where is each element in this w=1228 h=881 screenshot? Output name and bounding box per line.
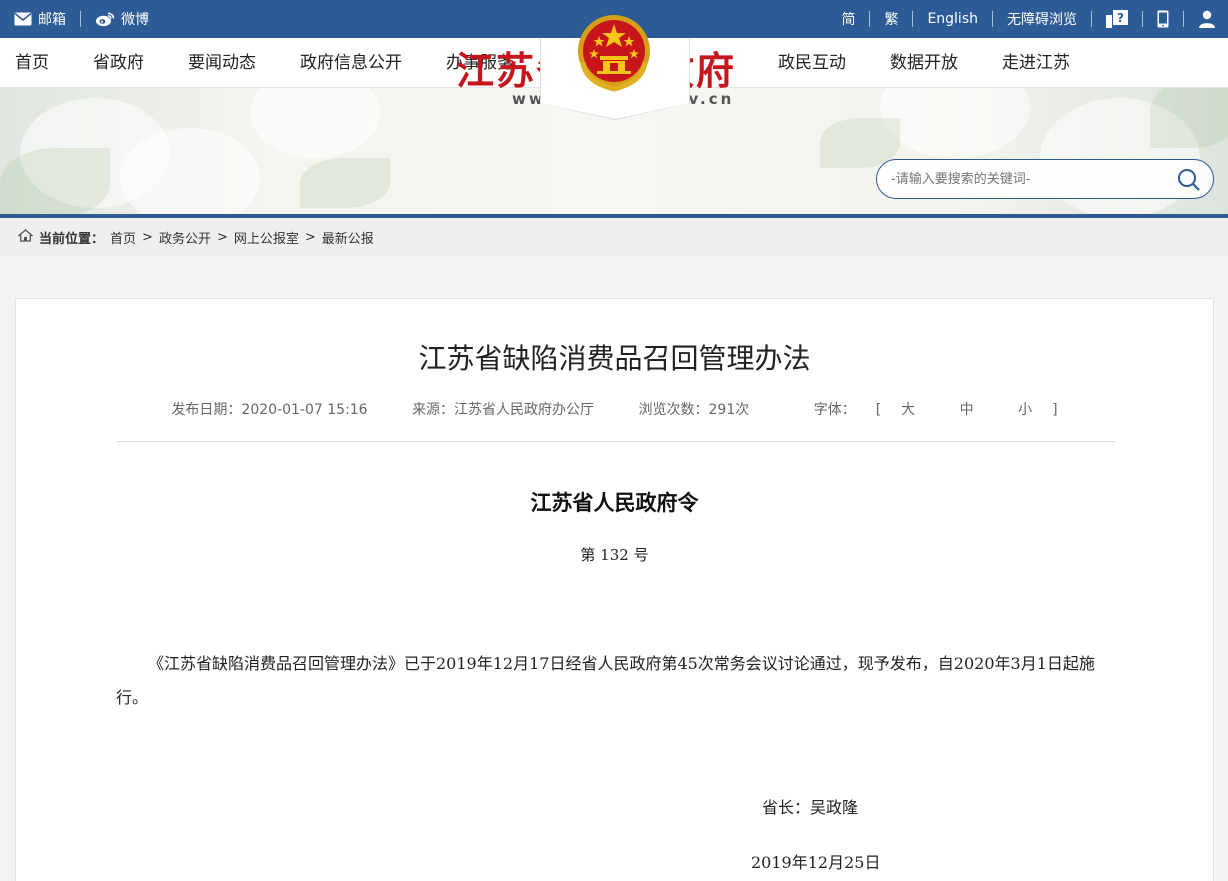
article-title: 江苏省缺陷消费品召回管理办法 [418,342,811,375]
mobile-icon[interactable] [1157,10,1169,28]
help-icon[interactable]: ? [1106,10,1128,28]
order-title: 江苏省人民政府令 [530,490,699,515]
font-size-large[interactable]: 大 [901,402,915,418]
svg-text:?: ? [1117,11,1124,25]
article-panel: 江苏省缺陷消费品召回管理办法 发布日期：2020-01-07 15:16 来源：… [15,298,1214,881]
breadcrumb-separator: > [216,229,228,245]
home-icon [17,228,34,246]
order-number: 第 132 号 [580,546,649,564]
nav-item-interaction[interactable]: 政民互动 [778,38,846,88]
mail-label: 邮箱 [38,12,66,28]
breadcrumb: 当前位置： 首页 > 政务公开 > 网上公报室 > 最新公报 [0,218,1228,256]
english-link[interactable]: English [927,11,978,27]
breadcrumb-separator: > [142,229,153,245]
breadcrumb-separator: > [304,229,316,245]
meta-divider [116,441,1116,442]
weibo-icon [95,11,115,27]
breadcrumb-label: 当前位置： [39,231,105,247]
view-count: 浏览次数：291次 [638,402,750,418]
accessible-browsing-link[interactable]: 无障碍浏览 [1007,9,1077,29]
font-size-medium[interactable]: 中 [960,402,974,418]
font-size-label: 字体： [813,402,856,418]
weibo-label: 微博 [121,12,149,28]
traditional-chinese-link[interactable]: 繁 [884,9,898,29]
nav-item-news[interactable]: 要闻动态 [188,38,256,88]
sign-date: 2019年12月25日 [751,853,881,872]
user-icon[interactable] [1198,10,1216,28]
font-size-small[interactable]: 小 [1018,402,1032,418]
search-icon[interactable] [1177,168,1201,196]
nav-item-home[interactable]: 首页 [15,38,49,88]
weibo-link[interactable]: 微博 [95,9,149,29]
font-size-control: 字体：[大 中 小] [813,402,1058,418]
article-meta: 发布日期：2020-01-07 15:16 来源：江苏省人民政府办公厅 浏览次数… [16,399,1213,419]
article-body: 《江苏省缺陷消费品召回管理办法》已于2019年12月17日经省人民政府第45次常… [116,654,1095,707]
publish-date: 发布日期：2020-01-07 15:16 [171,402,368,418]
national-emblem-icon[interactable] [575,12,653,96]
article-source: 来源：江苏省人民政府办公厅 [412,402,595,418]
breadcrumb-item-gov-affairs[interactable]: 政务公开 [159,228,211,247]
breadcrumb-item-gazette[interactable]: 网上公报室 [234,228,299,247]
breadcrumb-item-latest[interactable]: 最新公报 [322,228,374,247]
nav-item-gov-info[interactable]: 政府信息公开 [300,38,402,88]
search-input[interactable] [891,168,1171,190]
simplified-chinese-link[interactable]: 简 [841,9,855,29]
search-box [876,159,1214,199]
nav-item-about-jiangsu[interactable]: 走进江苏 [1002,38,1070,88]
mail-link[interactable]: 邮箱 [14,9,66,29]
signature: 省长：吴政隆 [762,798,859,817]
breadcrumb-item-home[interactable]: 首页 [110,228,136,247]
nav-item-provincial-government[interactable]: 省政府 [93,38,144,88]
mail-icon [14,12,32,26]
nav-item-open-data[interactable]: 数据开放 [890,38,958,88]
